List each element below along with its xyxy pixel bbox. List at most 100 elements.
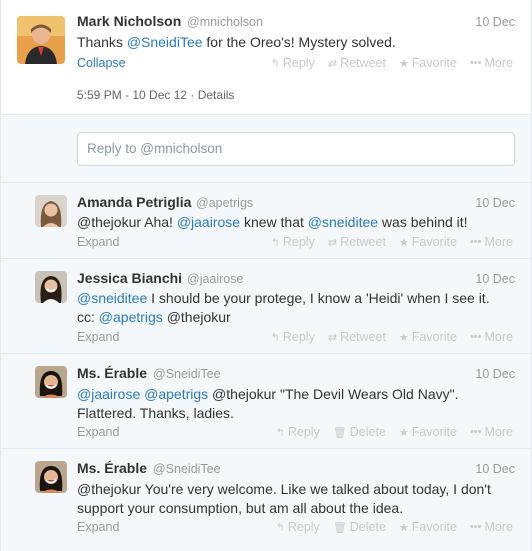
more-button[interactable]: ••• More bbox=[470, 56, 513, 70]
reply-label: Reply bbox=[287, 520, 320, 534]
expand-link[interactable]: Expand bbox=[77, 330, 119, 344]
tweet-text-part: for the Oreo's! Mystery solved. bbox=[202, 34, 396, 50]
tweet-date[interactable]: 10 Dec bbox=[475, 272, 515, 286]
author-handle[interactable]: @apetrigs bbox=[196, 196, 253, 210]
tweet-text-line: @jaairose @apetrigs @thejokur "The Devil… bbox=[77, 385, 458, 404]
author-handle[interactable]: @mnicholson bbox=[187, 15, 263, 29]
reply-tweet[interactable]: Amanda Petriglia @apetrigs 10 Dec @thejo… bbox=[1, 183, 531, 259]
favorite-label: Favorite bbox=[411, 56, 457, 70]
retweet-button[interactable]: ⇄ Retweet bbox=[328, 330, 386, 344]
favorite-button[interactable]: ★ Favorite bbox=[399, 425, 457, 439]
reply-button[interactable]: ↰ Reply bbox=[271, 235, 315, 249]
avatar[interactable] bbox=[35, 461, 67, 493]
mention-link[interactable]: @SneidiTee bbox=[127, 34, 203, 50]
expand-link[interactable]: Expand bbox=[77, 235, 119, 249]
avatar[interactable] bbox=[35, 195, 67, 227]
more-button[interactable]: ••• More bbox=[470, 425, 513, 439]
author-name[interactable]: Ms. Érable bbox=[77, 460, 147, 476]
author-name[interactable]: Amanda Petriglia bbox=[77, 194, 191, 210]
tweet-text-part: support your consumption, but am all abo… bbox=[77, 500, 404, 516]
reply-input[interactable]: Reply to @mnicholson bbox=[77, 132, 515, 166]
tweet-text: Thanks @SneidiTee for the Oreo's! Myster… bbox=[77, 33, 396, 52]
tweet-text-part: @thejokur You're very welcome. Like we t… bbox=[77, 481, 491, 497]
favorite-star-icon: ★ bbox=[398, 426, 409, 439]
delete-label: Delete bbox=[349, 425, 386, 439]
favorite-star-icon: ★ bbox=[398, 236, 409, 249]
reply-button[interactable]: ↰ Reply bbox=[276, 520, 320, 534]
more-button[interactable]: ••• More bbox=[470, 330, 513, 344]
trash-icon: 🗑 bbox=[332, 426, 347, 439]
more-dots-icon: ••• bbox=[469, 236, 482, 248]
favorite-button[interactable]: ★ Favorite bbox=[399, 520, 457, 534]
more-dots-icon: ••• bbox=[469, 331, 482, 343]
reply-tweet[interactable]: Ms. Érable @SneidiTee 10 Dec @jaairose @… bbox=[1, 354, 531, 449]
mention-link[interactable]: @sneiditee bbox=[77, 290, 147, 306]
reply-icon: ↰ bbox=[275, 426, 285, 439]
tweet-actions: ↰ Reply 🗑 Delete ★ Favorite ••• More bbox=[263, 520, 513, 534]
tweet-text-part: was behind it! bbox=[378, 214, 468, 230]
author-handle[interactable]: @jaairose bbox=[187, 272, 243, 286]
collapse-link[interactable]: Collapse bbox=[77, 56, 126, 70]
avatar[interactable] bbox=[35, 271, 67, 303]
favorite-button[interactable]: ★ Favorite bbox=[399, 56, 457, 70]
reply-tweet[interactable]: Ms. Érable @SneidiTee 10 Dec @thejokur Y… bbox=[1, 449, 531, 551]
more-label: More bbox=[484, 330, 513, 344]
tweet-text-part: cc: bbox=[77, 309, 99, 325]
expand-link[interactable]: Expand bbox=[77, 425, 119, 439]
author-handle[interactable]: @SneidiTee bbox=[153, 367, 221, 381]
more-dots-icon: ••• bbox=[469, 57, 482, 69]
tweet-date[interactable]: 10 Dec bbox=[475, 367, 515, 381]
reply-button[interactable]: ↰ Reply bbox=[276, 425, 320, 439]
author-name[interactable]: Mark Nicholson bbox=[77, 13, 181, 29]
tweet-text-line: support your consumption, but am all abo… bbox=[77, 499, 403, 518]
delete-button[interactable]: 🗑 Delete bbox=[333, 425, 386, 439]
tweet-text-part: @thejokur bbox=[162, 309, 231, 325]
tweet-date[interactable]: 10 Dec bbox=[475, 462, 515, 476]
more-button[interactable]: ••• More bbox=[470, 520, 513, 534]
tweet-text-line: @sneiditee I should be your protege, I k… bbox=[77, 289, 490, 308]
retweet-button[interactable]: ⇄ Retweet bbox=[328, 235, 386, 249]
tweet-date[interactable]: 10 Dec bbox=[475, 196, 515, 210]
tweet-text: @thejokur Aha! @jaairose knew that @snei… bbox=[77, 213, 468, 232]
favorite-star-icon: ★ bbox=[398, 521, 409, 534]
reply-composer-section: Reply to @mnicholson bbox=[1, 115, 531, 183]
mention-link[interactable]: @jaairose bbox=[177, 214, 240, 230]
author-name[interactable]: Jessica Bianchi bbox=[77, 270, 182, 286]
author-name[interactable]: Ms. Érable bbox=[77, 365, 147, 381]
tweet-text-part: Flattered. Thanks, ladies. bbox=[77, 405, 234, 421]
more-dots-icon: ••• bbox=[469, 521, 482, 533]
favorite-button[interactable]: ★ Favorite bbox=[399, 235, 457, 249]
retweet-label: Retweet bbox=[340, 56, 386, 70]
reply-tweet[interactable]: Jessica Bianchi @jaairose 10 Dec @sneidi… bbox=[1, 259, 531, 354]
tweet-text-line: Flattered. Thanks, ladies. bbox=[77, 404, 234, 423]
avatar[interactable] bbox=[35, 366, 67, 398]
more-label: More bbox=[484, 235, 513, 249]
tweet-timestamp-details[interactable]: 5:59 PM - 10 Dec 12 · Details bbox=[77, 88, 234, 102]
favorite-star-icon: ★ bbox=[398, 331, 409, 344]
retweet-button[interactable]: ⇄ Retweet bbox=[328, 56, 386, 70]
delete-label: Delete bbox=[349, 520, 386, 534]
retweet-icon: ⇄ bbox=[327, 331, 338, 344]
mention-link[interactable]: @apetrigs bbox=[144, 386, 208, 402]
expand-link[interactable]: Expand bbox=[77, 520, 119, 534]
tweet-date[interactable]: 10 Dec bbox=[475, 15, 515, 29]
favorite-star-icon: ★ bbox=[398, 57, 409, 70]
reply-icon: ↰ bbox=[270, 331, 280, 344]
more-button[interactable]: ••• More bbox=[470, 235, 513, 249]
tweet-text-part: @thejokur Aha! bbox=[77, 214, 177, 230]
more-label: More bbox=[484, 56, 513, 70]
more-label: More bbox=[484, 520, 513, 534]
delete-button[interactable]: 🗑 Delete bbox=[333, 520, 386, 534]
reply-button[interactable]: ↰ Reply bbox=[271, 56, 315, 70]
more-dots-icon: ••• bbox=[469, 426, 482, 438]
favorite-button[interactable]: ★ Favorite bbox=[399, 330, 457, 344]
mention-link[interactable]: @apetrigs bbox=[99, 309, 163, 325]
avatar[interactable] bbox=[17, 16, 65, 64]
retweet-label: Retweet bbox=[340, 235, 386, 249]
reply-label: Reply bbox=[282, 330, 315, 344]
mention-link[interactable]: @sneiditee bbox=[308, 214, 378, 230]
author-handle[interactable]: @SneidiTee bbox=[153, 462, 221, 476]
tweet-text-part: knew that bbox=[240, 214, 308, 230]
reply-button[interactable]: ↰ Reply bbox=[271, 330, 315, 344]
mention-link[interactable]: @jaairose bbox=[77, 386, 140, 402]
